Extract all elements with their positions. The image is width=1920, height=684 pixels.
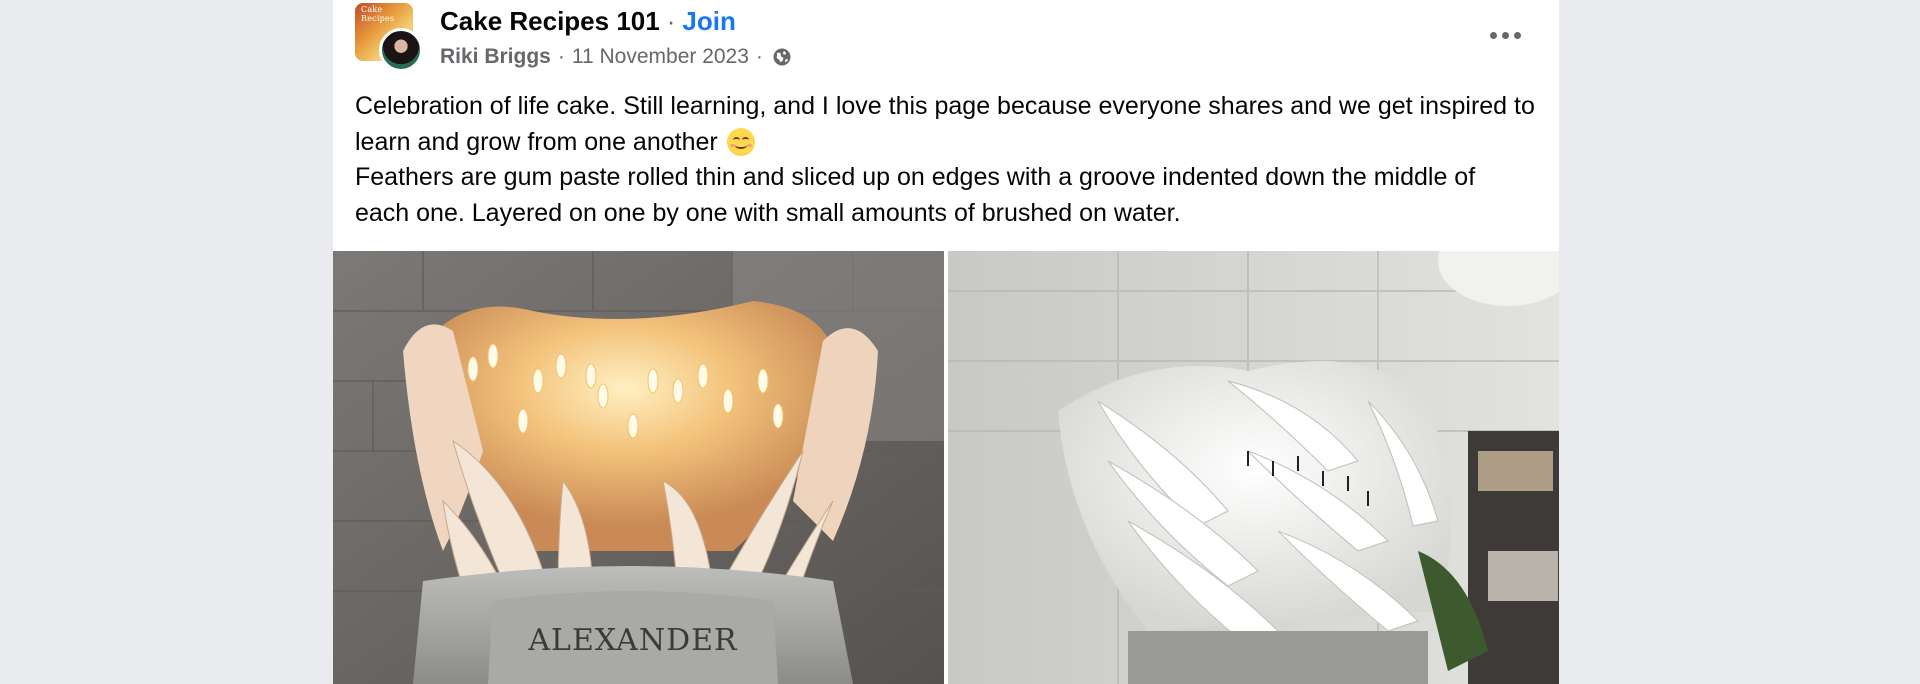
smiling-face-emoji xyxy=(726,127,755,156)
post-meta-row: Riki Briggs · 11 November 2023 · xyxy=(440,44,792,70)
post-date-link[interactable]: 11 November 2023 xyxy=(572,45,749,69)
meta-separator: · xyxy=(755,45,763,68)
photo-grid: ALEXANDER xyxy=(333,251,1559,684)
post-text-paragraph: Feathers are gum paste rolled thin and s… xyxy=(355,160,1535,231)
globe-icon[interactable] xyxy=(772,47,792,67)
photo-cake-lit-image: ALEXANDER xyxy=(333,251,944,684)
photo-cake-white-image xyxy=(948,251,1559,684)
photo-cake-lit[interactable]: ALEXANDER xyxy=(333,251,944,684)
more-options-icon xyxy=(1513,31,1521,39)
post-text-line2: Feathers are gum paste rolled thin and s… xyxy=(355,163,1476,227)
post-title-row: Cake Recipes 101 · Join xyxy=(440,6,736,36)
group-avatar-text: Cake Recipes xyxy=(361,5,395,23)
group-name-link[interactable]: Cake Recipes 101 xyxy=(440,6,660,37)
more-options-icon xyxy=(1501,31,1509,39)
author-name-link[interactable]: Riki Briggs xyxy=(440,45,551,69)
post-text: Celebration of life cake. Still learning… xyxy=(355,89,1535,231)
author-avatar[interactable] xyxy=(379,28,423,72)
title-separator: · xyxy=(666,5,676,36)
join-button[interactable]: Join xyxy=(682,6,735,37)
post-header: Cake Recipes Cake Recipes 101 · Join Rik… xyxy=(333,0,1559,80)
more-options-icon xyxy=(1489,31,1497,39)
photo-cake-white[interactable] xyxy=(948,251,1559,684)
more-options-button[interactable] xyxy=(1485,20,1525,50)
post-text-line1: Celebration of life cake. Still learning… xyxy=(355,92,1535,156)
post-card: Cake Recipes Cake Recipes 101 · Join Rik… xyxy=(333,0,1559,684)
cake-plaque-text: ALEXANDER xyxy=(527,623,738,658)
post-text-paragraph: Celebration of life cake. Still learning… xyxy=(355,89,1535,160)
meta-separator: · xyxy=(557,45,565,68)
